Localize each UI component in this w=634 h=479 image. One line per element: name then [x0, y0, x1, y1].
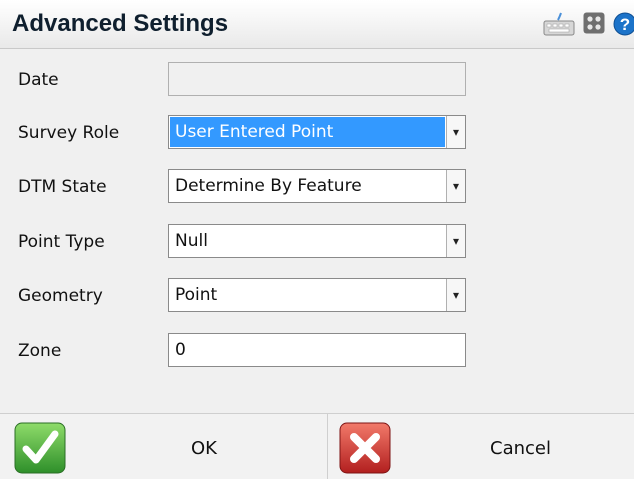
- checkmark-icon: [14, 422, 66, 474]
- survey-role-row: Survey Role User Entered Point ▾: [0, 115, 634, 149]
- geometry-value: Point: [175, 285, 218, 305]
- chevron-down-icon[interactable]: ▾: [446, 279, 465, 311]
- point-type-label: Point Type: [18, 232, 105, 252]
- chevron-down-icon[interactable]: ▾: [446, 116, 465, 148]
- button-bar: OK Cancel: [0, 413, 634, 479]
- survey-role-value: User Entered Point: [170, 117, 445, 147]
- zone-input[interactable]: 0: [168, 333, 466, 367]
- zone-value: 0: [175, 340, 186, 360]
- page-title: Advanced Settings: [12, 10, 229, 37]
- date-field: [168, 62, 466, 96]
- close-icon: [339, 422, 391, 474]
- geometry-select[interactable]: Point ▾: [168, 278, 466, 312]
- help-icon[interactable]: ?: [613, 12, 634, 36]
- chevron-down-icon[interactable]: ▾: [446, 170, 465, 202]
- cancel-label: Cancel: [490, 438, 551, 459]
- geometry-row: Geometry Point ▾: [0, 278, 634, 312]
- zone-row: Zone 0: [0, 333, 634, 367]
- dtm-state-value: Determine By Feature: [175, 176, 362, 196]
- date-label: Date: [18, 70, 59, 90]
- geometry-label: Geometry: [18, 286, 103, 306]
- dtm-state-label: DTM State: [18, 177, 107, 197]
- point-type-select[interactable]: Null ▾: [168, 224, 466, 258]
- dtm-state-row: DTM State Determine By Feature ▾: [0, 169, 634, 203]
- chevron-down-icon[interactable]: ▾: [446, 225, 465, 257]
- svg-text:?: ?: [620, 15, 630, 34]
- date-row: Date: [0, 62, 634, 96]
- ok-label: OK: [191, 438, 217, 459]
- zone-label: Zone: [18, 341, 62, 361]
- ok-button[interactable]: OK: [0, 414, 326, 479]
- grid-icon[interactable]: [583, 12, 605, 34]
- keyboard-icon[interactable]: [543, 12, 575, 36]
- survey-role-label: Survey Role: [18, 123, 120, 143]
- survey-role-select[interactable]: User Entered Point ▾: [168, 115, 466, 149]
- title-bar: Advanced Settings ?: [0, 0, 634, 49]
- point-type-value: Null: [175, 231, 208, 251]
- dtm-state-select[interactable]: Determine By Feature ▾: [168, 169, 466, 203]
- cancel-button[interactable]: Cancel: [328, 414, 634, 479]
- point-type-row: Point Type Null ▾: [0, 224, 634, 258]
